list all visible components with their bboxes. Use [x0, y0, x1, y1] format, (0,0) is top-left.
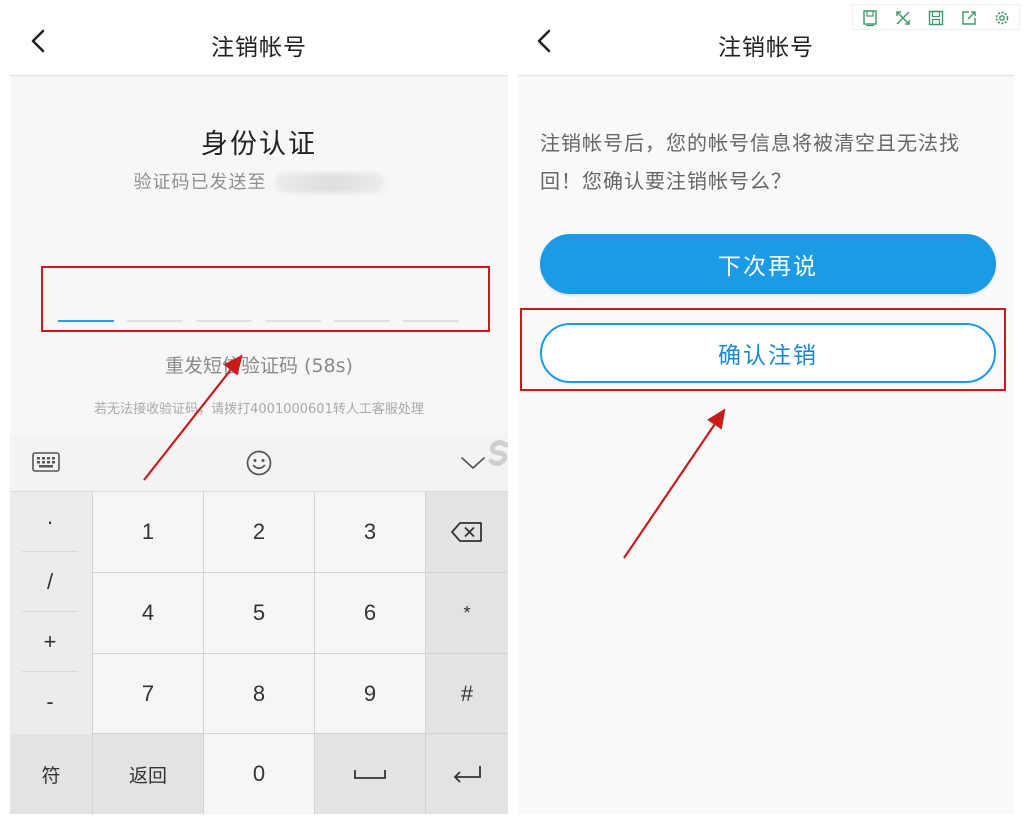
annotation-arrows [143, 354, 726, 559]
annotation-arrow-left [143, 354, 243, 481]
annotation-arrow-right [623, 408, 726, 559]
